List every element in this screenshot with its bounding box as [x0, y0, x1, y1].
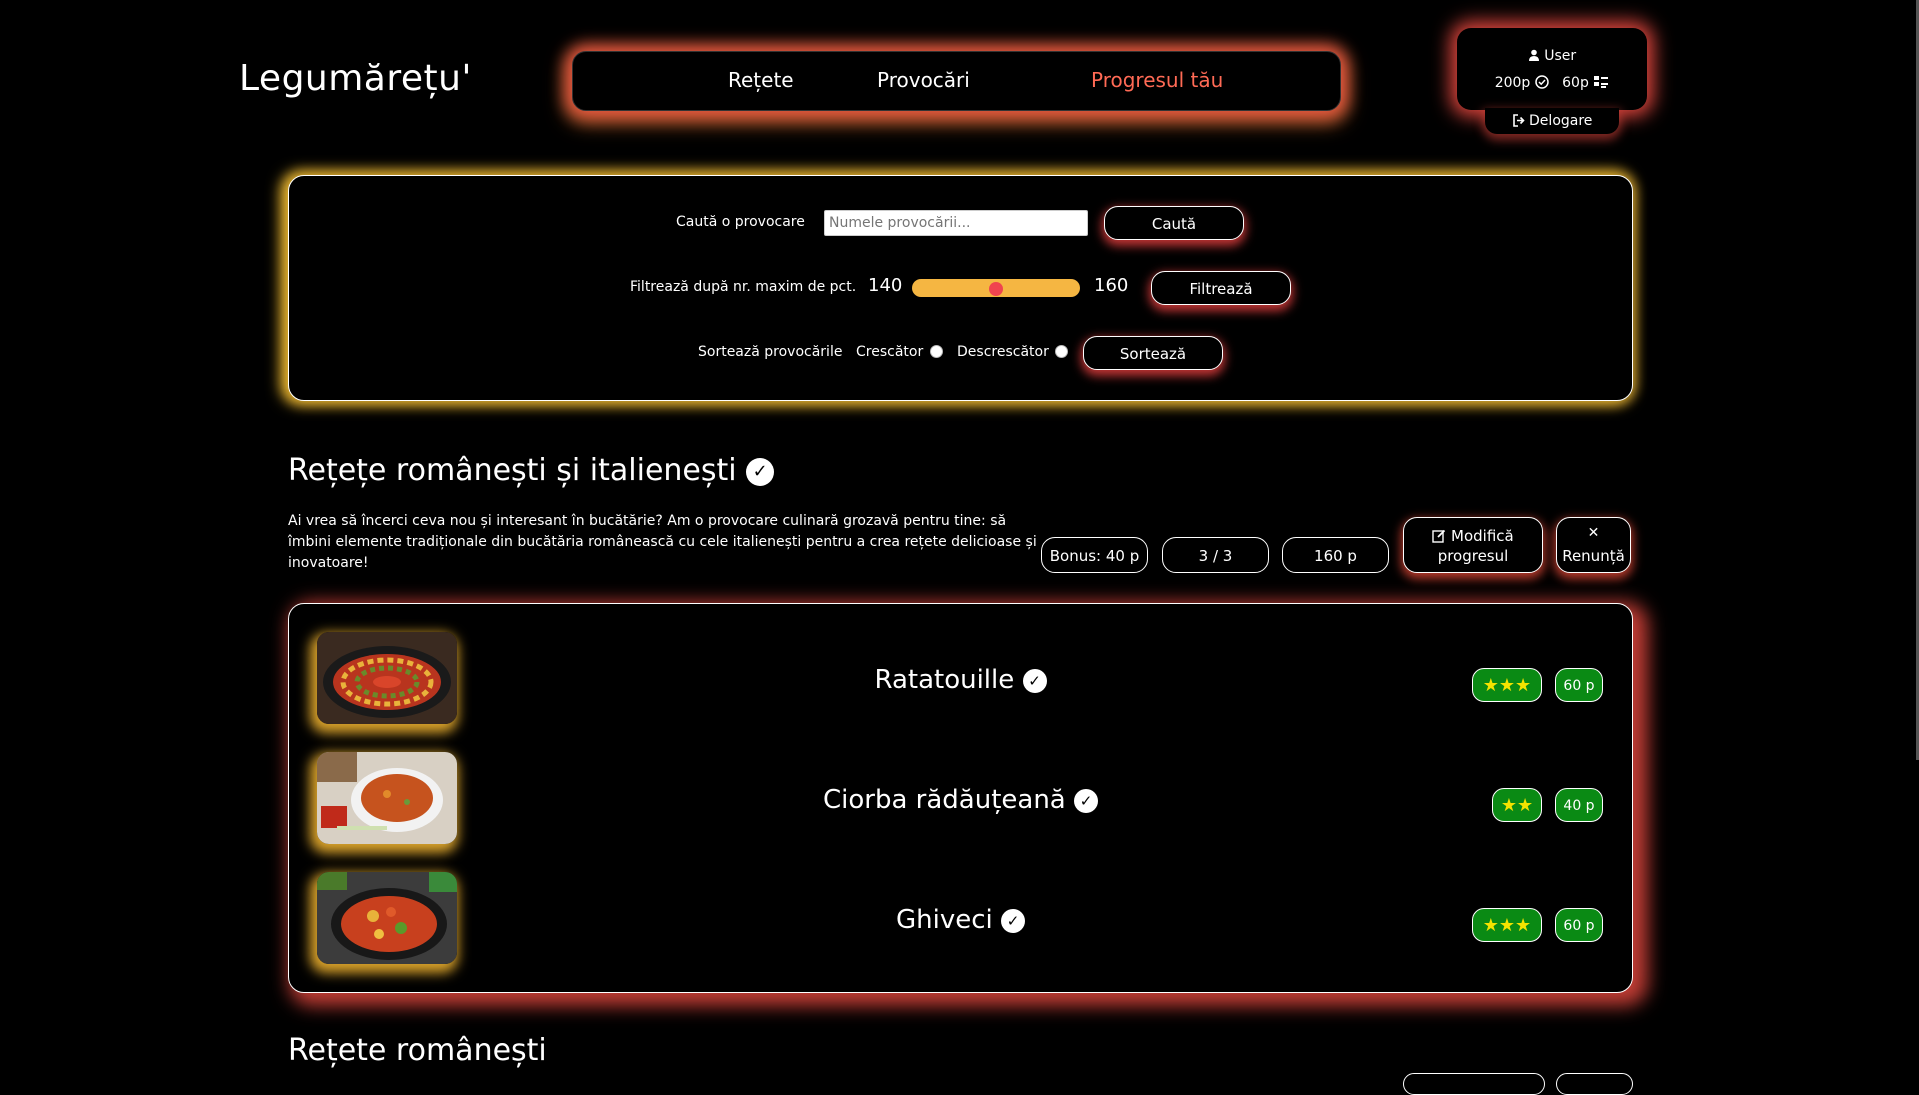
app-logo[interactable]: Legumărețu' — [239, 58, 472, 99]
points-badge: 160 p — [1282, 537, 1389, 573]
logout-label: Delogare — [1529, 113, 1593, 129]
close-icon: ✕ — [1587, 525, 1600, 541]
sort-asc-label: Crescător — [856, 344, 924, 360]
challenge-description: Ai vrea să încerci ceva nou și interesan… — [288, 513, 1037, 571]
completed-check-icon: ✓ — [746, 457, 775, 486]
next-section-title: Rețete românești — [288, 1033, 547, 1068]
nav-item-progres[interactable]: Progresul tău — [1091, 68, 1223, 92]
cancel-challenge-button[interactable]: ✕ Renunță — [1556, 517, 1631, 573]
star-rating: ★★ — [1492, 788, 1542, 822]
filter-panel: Caută o provocare Caută Filtrează după n… — [288, 175, 1633, 401]
edit-icon — [1432, 527, 1451, 545]
challenge-title-text: Rețețe românești și italienești — [288, 453, 737, 488]
user-panel: User 200p 60p — [1457, 28, 1647, 110]
range-min-value: 140 — [868, 275, 903, 296]
user-points: 200p — [1494, 75, 1531, 91]
range-label: Filtrează după nr. maxim de pct. — [630, 279, 857, 295]
nav-item-provocari[interactable]: Provocări — [877, 68, 970, 92]
bonus-badge: Bonus: 40 p — [1041, 537, 1148, 573]
recipe-name: Ratatouille ✓ — [289, 665, 1632, 695]
cancel-label: Renunță — [1562, 547, 1625, 565]
user-icon — [1528, 48, 1544, 64]
progress-badge: 3 / 3 — [1162, 537, 1269, 573]
recipe-points: 40 p — [1555, 788, 1603, 822]
sort-desc-label: Descrescător — [957, 344, 1049, 360]
sort-label: Sortează provocările — [698, 344, 843, 360]
next-edit-button[interactable] — [1403, 1073, 1545, 1095]
recipe-list: Ratatouille ✓ ★★★ 60 p Ciorba rădăuțeană… — [288, 603, 1633, 993]
edit-progress-button[interactable]: Modifică progresul — [1403, 517, 1543, 573]
recipe-points: 60 p — [1555, 668, 1603, 702]
recipe-done-icon: ✓ — [1001, 908, 1026, 933]
recipe-row[interactable]: Ciorba rădăuțeană ✓ ★★ 40 p — [289, 746, 1632, 844]
sort-button[interactable]: Sortează — [1083, 336, 1223, 370]
challenges-icon — [1593, 75, 1609, 91]
search-label: Caută o provocare — [676, 214, 805, 230]
user-name: User — [1544, 48, 1577, 64]
recipe-name: Ciorba rădăuțeană ✓ — [289, 785, 1632, 815]
recipe-row[interactable]: Ghiveci ✓ ★★★ 60 p — [289, 866, 1632, 964]
check-circle-icon — [1535, 75, 1553, 91]
recipe-name-text: Ghiveci — [895, 905, 993, 935]
search-input[interactable] — [824, 210, 1088, 236]
search-button[interactable]: Caută — [1104, 206, 1244, 240]
range-max-value: 160 — [1094, 275, 1129, 296]
next-cancel-button[interactable] — [1556, 1073, 1633, 1095]
logout-button[interactable]: Delogare — [1485, 108, 1619, 134]
points-range-slider[interactable] — [912, 279, 1080, 297]
user-challenge-points: 60p — [1562, 75, 1589, 91]
star-rating: ★★★ — [1472, 668, 1542, 702]
challenge-title: Rețețe românești și italienești ✓ — [288, 453, 775, 488]
nav-item-retete[interactable]: Rețete — [728, 68, 794, 92]
recipe-points: 60 p — [1555, 908, 1603, 942]
recipe-done-icon: ✓ — [1074, 788, 1098, 813]
slider-handle[interactable] — [989, 282, 1003, 296]
recipe-name-text: Ciorba rădăuțeană — [822, 785, 1066, 815]
sort-asc-radio[interactable] — [930, 345, 943, 358]
main-nav: Rețete Provocări Progresul tău — [572, 51, 1341, 111]
filter-button[interactable]: Filtrează — [1151, 271, 1291, 305]
logout-icon — [1512, 113, 1529, 129]
recipe-name: Ghiveci ✓ — [289, 905, 1632, 935]
recipe-done-icon: ✓ — [1022, 668, 1047, 693]
star-rating: ★★★ — [1472, 908, 1542, 942]
sort-desc-radio[interactable] — [1055, 345, 1068, 358]
recipe-name-text: Ratatouille — [874, 665, 1015, 695]
recipe-row[interactable]: Ratatouille ✓ ★★★ 60 p — [289, 626, 1632, 724]
